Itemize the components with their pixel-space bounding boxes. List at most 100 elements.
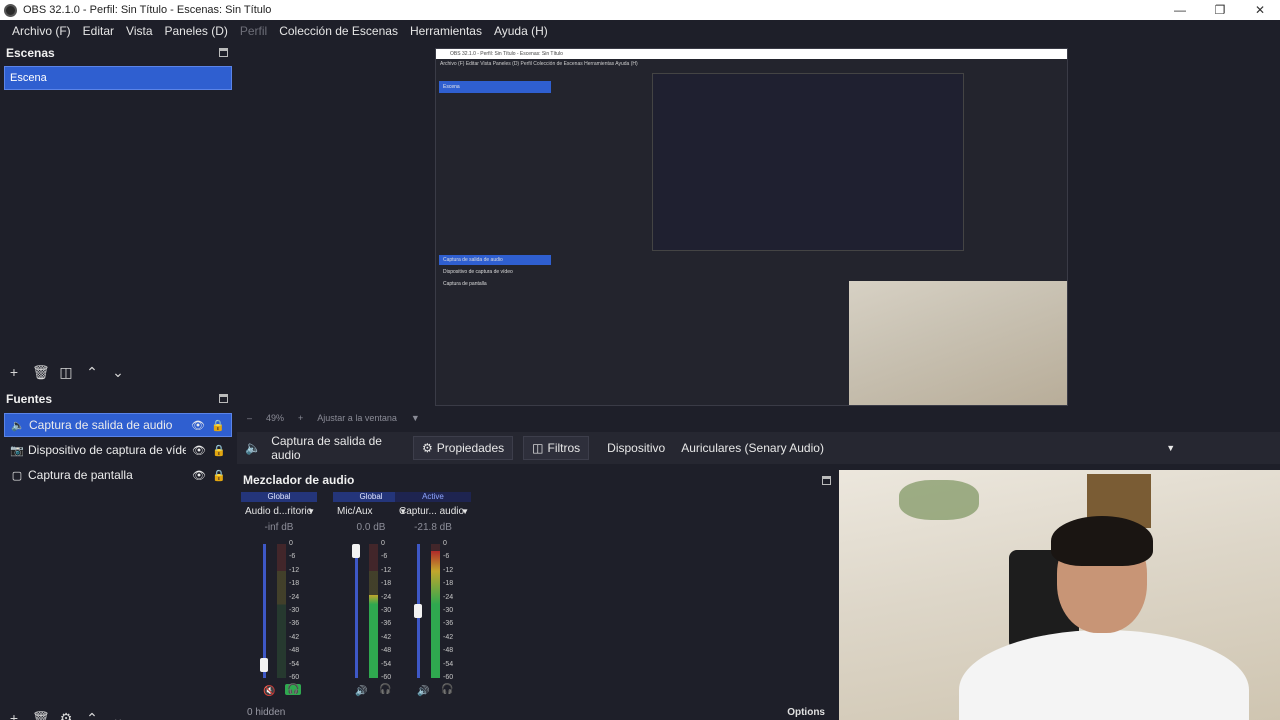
filters-button[interactable]: ◫ Filtros <box>523 436 590 460</box>
speaker-icon: 🔈 <box>11 419 25 432</box>
undock-icon[interactable] <box>219 48 228 57</box>
preview-area[interactable]: OBS 32.1.0 - Perfil: Sin Título - Escena… <box>237 42 1280 408</box>
mute-speaker-icon[interactable]: 🔇 <box>263 686 275 697</box>
meter-scale-label: -42 <box>443 633 454 641</box>
meter-scale-label: -42 <box>289 633 300 641</box>
mixer-title: Mezclador de audio <box>243 473 355 487</box>
window-titlebar: OBS 32.1.0 - Perfil: Sin Título - Escena… <box>0 0 1280 20</box>
scene-item[interactable]: Escena <box>4 66 232 90</box>
meter-level <box>431 550 440 678</box>
headphones-icon[interactable]: 🎧 <box>439 684 455 695</box>
menu-perfil[interactable]: Perfil <box>234 24 273 38</box>
meter-scale-label: -60 <box>443 674 454 681</box>
fader-knob[interactable] <box>352 544 360 558</box>
eye-icon[interactable]: 👁 <box>192 444 206 457</box>
undock-icon[interactable] <box>219 394 228 403</box>
plant-image <box>899 480 979 520</box>
chevron-down-icon: ▼ <box>307 506 315 516</box>
fader-knob[interactable] <box>414 604 422 618</box>
headphones-icon[interactable]: 🎧 <box>377 684 393 695</box>
lock-icon[interactable]: 🔒 <box>211 419 225 432</box>
strip-name[interactable]: Captur... audio ▼ <box>395 502 471 520</box>
menu-ayuda[interactable]: Ayuda (H) <box>488 24 554 38</box>
maximize-button[interactable]: ❐ <box>1200 0 1240 20</box>
zoom-out-icon[interactable]: – <box>247 413 252 423</box>
device-select[interactable]: Auriculares (Senary Audio) ▼ <box>677 436 1182 460</box>
gear-icon[interactable]: ⚙ <box>58 710 74 720</box>
menu-editar[interactable]: Editar <box>77 24 120 38</box>
mixer-header: Mezclador de audio <box>237 470 839 490</box>
nested-webcam-image <box>849 281 1067 405</box>
headphones-icon[interactable]: 🎧 <box>285 684 302 695</box>
meter-scale-label: -6 <box>381 553 388 561</box>
menu-herramientas[interactable]: Herramientas <box>404 24 488 38</box>
filter-icon[interactable]: ◫ <box>58 364 74 381</box>
meter-scale-label: -54 <box>443 660 454 668</box>
hidden-count: 0 hidden <box>247 706 286 718</box>
nested-source-item: Captura de salida de audio <box>439 255 551 265</box>
meter-scale-label: -36 <box>381 620 392 628</box>
chevron-down-icon[interactable]: ▼ <box>411 413 420 423</box>
meter-scale-label: -60 <box>289 674 300 681</box>
source-label: Dispositivo de captura de vídeo <box>28 443 186 457</box>
add-icon[interactable]: + <box>6 364 22 380</box>
preview-canvas[interactable]: OBS 32.1.0 - Perfil: Sin Título - Escena… <box>435 48 1068 406</box>
nested-scene-item: Escena <box>439 81 551 93</box>
device-value: Auriculares (Senary Audio) <box>681 441 824 455</box>
scenes-panel-header: Escenas <box>0 42 236 64</box>
strip-name-label: Captur... audio <box>399 505 465 517</box>
fader-track[interactable] <box>355 544 358 678</box>
meter-scale-label: 0 <box>289 540 293 547</box>
strip-name[interactable]: Audio d...ritorio ▼ <box>241 502 317 520</box>
menu-coleccion-escenas[interactable]: Colección de Escenas <box>273 24 404 38</box>
meter-scale-label: -24 <box>443 593 454 601</box>
menu-vista[interactable]: Vista <box>120 24 158 38</box>
person-shirt <box>959 630 1249 720</box>
minimize-button[interactable]: — <box>1160 0 1200 20</box>
fit-select[interactable]: Ajustar a la ventana <box>317 413 397 423</box>
mute-speaker-icon[interactable]: 🔊 <box>417 686 429 697</box>
meter-scale-label: -6 <box>443 553 450 561</box>
down-arrow-icon[interactable]: ⌄ <box>110 710 126 720</box>
scenes-list: Escena <box>0 64 236 360</box>
options-button[interactable]: Options <box>787 707 825 718</box>
scenes-toolbar: + 🗑 ◫ ⌃ ⌄ <box>0 360 236 384</box>
eye-icon[interactable]: 👁 <box>192 469 206 482</box>
nested-window-title: OBS 32.1.0 - Perfil: Sin Título - Escena… <box>436 49 1067 59</box>
trash-icon[interactable]: 🗑 <box>32 364 50 381</box>
strip-db: -21.8 dB <box>414 522 452 533</box>
add-icon[interactable]: + <box>6 710 22 720</box>
strip-name-label: Audio d...ritorio <box>245 505 313 517</box>
meter-background <box>277 544 286 678</box>
undock-icon[interactable] <box>822 476 831 485</box>
source-properties-bar: 🔈 Captura de salida de audio ⚙ Propiedad… <box>237 432 1280 464</box>
meter-scale-label: -54 <box>289 660 300 668</box>
menu-archivo[interactable]: Archivo (F) <box>6 24 77 38</box>
sources-title: Fuentes <box>6 392 53 406</box>
mute-speaker-icon[interactable]: 🔊 <box>355 686 367 697</box>
trash-icon[interactable]: 🗑 <box>32 710 50 720</box>
up-arrow-icon[interactable]: ⌃ <box>84 364 100 381</box>
close-button[interactable]: ✕ <box>1240 0 1280 20</box>
zoom-in-icon[interactable]: + <box>298 413 303 423</box>
meter-scale-label: -48 <box>443 647 454 655</box>
menu-paneles[interactable]: Paneles (D) <box>159 24 234 38</box>
lock-icon[interactable]: 🔒 <box>212 469 226 482</box>
up-arrow-icon[interactable]: ⌃ <box>84 710 100 720</box>
meter-scale-label: -12 <box>289 566 300 574</box>
fader-knob[interactable] <box>260 658 268 672</box>
source-item-screen-capture[interactable]: ▢ Captura de pantalla 👁 🔒 <box>4 463 232 487</box>
strip-name-label: Mic/Aux <box>337 505 373 517</box>
down-arrow-icon[interactable]: ⌄ <box>110 364 126 381</box>
meter-scale-label: -36 <box>289 620 300 628</box>
meter-scale-label: -18 <box>381 580 392 588</box>
source-item-video-capture[interactable]: 📷 Dispositivo de captura de vídeo 👁 🔒 <box>4 438 232 462</box>
meter-scale-label: -48 <box>289 647 300 655</box>
properties-button[interactable]: ⚙ Propiedades <box>413 436 514 460</box>
meter-scale-label: -12 <box>381 566 392 574</box>
source-item-audio-output[interactable]: 🔈 Captura de salida de audio 👁 🔒 <box>4 413 232 437</box>
gear-icon: ⚙ <box>422 441 433 455</box>
lock-icon[interactable]: 🔒 <box>212 444 226 457</box>
meter-scale-label: -54 <box>381 660 392 668</box>
eye-icon[interactable]: 👁 <box>191 419 205 432</box>
